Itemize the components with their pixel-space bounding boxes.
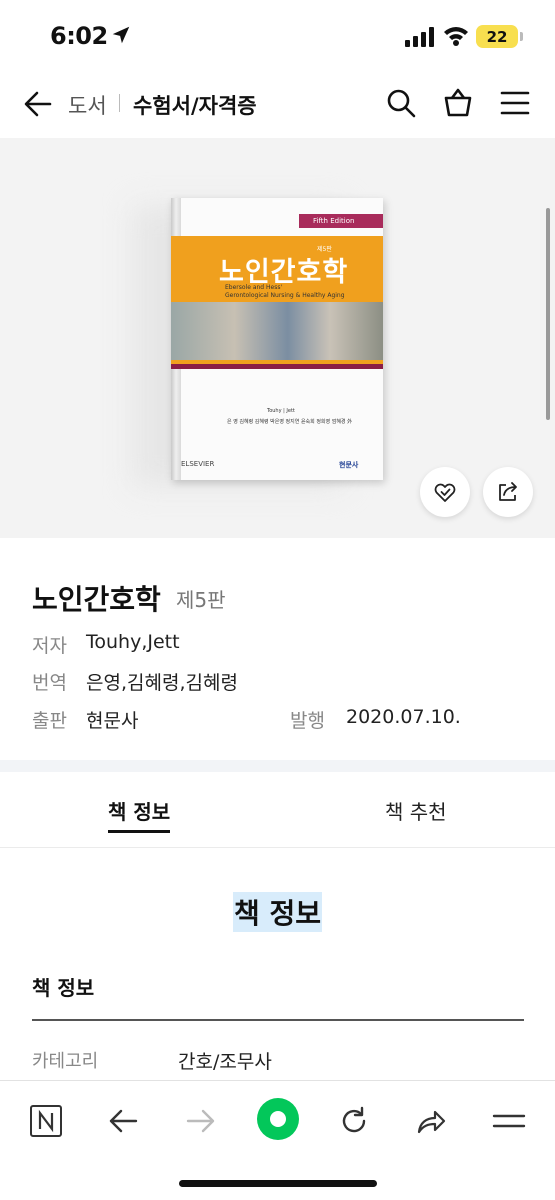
cover-publisher-right: 현문사 (339, 461, 359, 469)
location-arrow-icon (112, 26, 130, 44)
publish-date-label: 발행 (290, 710, 325, 732)
forward-button[interactable] (181, 1101, 221, 1141)
translator-label: 번역 (32, 672, 67, 694)
back-arrow-icon[interactable] (22, 88, 54, 120)
cover-authors: Touhy | Jett (267, 408, 295, 414)
share-icon (499, 482, 517, 501)
cover-band (171, 364, 383, 369)
tab-book-recommend[interactable]: 책 추천 (385, 796, 447, 825)
battery-level: 22 (476, 25, 518, 48)
cover-subtitle-2: Gerontological Nursing & Healthy Aging (225, 292, 345, 299)
like-button[interactable] (420, 467, 470, 517)
section-rule (32, 1019, 524, 1021)
detail-tabs: 책 정보 책 추천 (0, 772, 555, 848)
breadcrumb-separator (119, 94, 120, 112)
author-label: 저자 (32, 635, 67, 657)
battery-tip (520, 32, 523, 41)
heart-check-icon (434, 483, 456, 502)
menu-icon[interactable] (500, 90, 530, 116)
category-label: 카테고리 (32, 1051, 99, 1072)
top-navigation: 도서 수험서/자격증 (0, 72, 555, 138)
back-button[interactable] (103, 1101, 143, 1141)
scrollbar[interactable] (546, 208, 550, 420)
product-title: 노인간호학 (32, 583, 161, 616)
product-info: 노인간호학 제5판 저자 Touhy,Jett 번역 은영,김혜령,김혜령 출판… (0, 538, 555, 760)
green-dot-icon (257, 1098, 299, 1140)
refresh-icon (342, 1106, 366, 1133)
book-image-area: Fifth Edition 제5판 노인간호학 Ebersole and Hes… (0, 138, 555, 538)
status-bar: 6:02 22 (0, 0, 555, 72)
home-indicator (179, 1180, 377, 1187)
author-value[interactable]: Touhy,Jett (86, 631, 180, 653)
shopping-bag-icon[interactable] (443, 86, 473, 118)
forward-icon (186, 1109, 215, 1133)
more-menu-button[interactable] (489, 1101, 529, 1141)
search-icon[interactable] (386, 88, 416, 118)
back-icon (109, 1109, 138, 1133)
green-dot-button[interactable] (256, 1097, 300, 1141)
breadcrumb-parent[interactable]: 도서 (68, 90, 107, 120)
share-page-button[interactable] (411, 1101, 451, 1141)
naver-n-icon (30, 1105, 62, 1137)
naver-home-button[interactable] (26, 1101, 66, 1141)
wifi-icon (444, 27, 468, 46)
status-time: 6:02 (50, 22, 108, 50)
more-menu-icon (492, 1114, 526, 1128)
category-value[interactable]: 간호/조무사 (178, 1047, 272, 1074)
share-button[interactable] (483, 467, 533, 517)
refresh-button[interactable] (334, 1101, 374, 1141)
section-heading: 책 정보 (233, 892, 323, 932)
cover-photo (171, 302, 383, 360)
tab-book-info[interactable]: 책 정보 (108, 796, 171, 833)
cover-translators: 은 영 김혜령 김혜령 박은영 정지연 윤숙희 정희영 엄혜경 外 (227, 419, 353, 425)
section-subheading: 책 정보 (32, 976, 95, 1000)
publisher-value[interactable]: 현문사 (86, 706, 138, 733)
breadcrumb-current[interactable]: 수험서/자격증 (133, 90, 257, 120)
section-divider (0, 760, 555, 772)
book-cover[interactable]: Fifth Edition 제5판 노인간호학 Ebersole and Hes… (171, 198, 383, 480)
share-arrow-icon (417, 1110, 446, 1134)
cover-edition-banner: Fifth Edition (299, 214, 383, 228)
translator-value[interactable]: 은영,김혜령,김혜령 (86, 668, 238, 695)
product-edition: 제5판 (176, 588, 226, 612)
cover-subtitle-1: Ebersole and Hess' (225, 284, 283, 291)
publisher-label: 출판 (32, 710, 67, 732)
cellular-signal-icon (405, 27, 434, 47)
cover-publisher-left: ELSEVIER (181, 460, 215, 468)
publish-date-value: 2020.07.10. (346, 706, 461, 728)
